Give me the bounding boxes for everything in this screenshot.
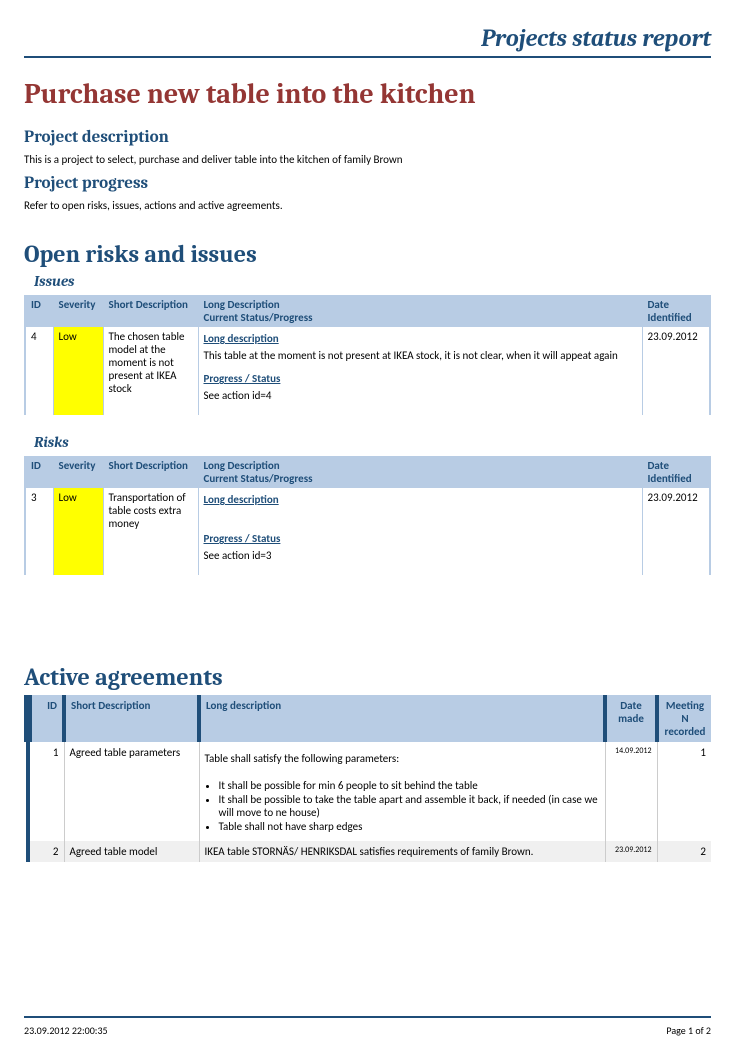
risk-severity: Low bbox=[53, 488, 103, 575]
col-id: ID bbox=[25, 295, 53, 327]
col-long: Long Description Current Status/Progress bbox=[198, 295, 642, 327]
project-description-heading: Project description bbox=[24, 128, 711, 147]
risks-subheading: Risks bbox=[34, 433, 711, 451]
document-header-title: Projects status report bbox=[24, 24, 711, 58]
project-progress-text: Refer to open risks, issues, actions and… bbox=[24, 199, 711, 212]
col-id: ID bbox=[25, 456, 53, 488]
col-date: Date made bbox=[605, 695, 657, 742]
risks-table: ID Severity Short Description Long Descr… bbox=[24, 456, 711, 575]
col-short: Short Description bbox=[103, 456, 198, 488]
agreement-meeting: 1 bbox=[657, 742, 711, 841]
agreement-id: 1 bbox=[28, 742, 64, 841]
table-row: 1 Agreed table parameters Table shall sa… bbox=[28, 742, 711, 841]
footer-page: Page 1 of 2 bbox=[666, 1024, 711, 1037]
issues-subheading: Issues bbox=[34, 272, 711, 290]
col-severity: Severity bbox=[53, 295, 103, 327]
col-id: ID bbox=[28, 695, 64, 742]
col-date: Date Identified bbox=[642, 295, 710, 327]
table-row: 2 Agreed table model IKEA table STORNÄS/… bbox=[28, 841, 711, 862]
agreement-date: 14.09.2012 bbox=[605, 742, 657, 841]
page-footer: 23.09.2012 22:00:35 Page 1 of 2 bbox=[24, 1016, 711, 1037]
col-short: Short Description bbox=[64, 695, 199, 742]
risk-date: 23.09.2012 bbox=[642, 488, 710, 575]
project-progress-heading: Project progress bbox=[24, 174, 711, 193]
col-long: Long Description Current Status/Progress bbox=[198, 456, 642, 488]
agreement-long: IKEA table STORNÄS/ HENRIKSDAL satisfies… bbox=[199, 841, 605, 862]
footer-timestamp: 23.09.2012 22:00:35 bbox=[24, 1024, 108, 1037]
risk-short: Transportation of table costs extra mone… bbox=[103, 488, 198, 575]
agreements-heading: Active agreements bbox=[24, 663, 711, 691]
agreement-id: 2 bbox=[28, 841, 64, 862]
col-short: Short Description bbox=[103, 295, 198, 327]
col-long: Long description bbox=[199, 695, 605, 742]
agreement-meeting: 2 bbox=[657, 841, 711, 862]
table-row: 3 Low Transportation of table costs extr… bbox=[25, 488, 710, 575]
col-date: Date Identified bbox=[642, 456, 710, 488]
project-description-text: This is a project to select, purchase an… bbox=[24, 153, 711, 166]
project-title: Purchase new table into the kitchen bbox=[24, 78, 711, 110]
issue-id: 4 bbox=[25, 327, 53, 415]
risks-issues-heading: Open risks and issues bbox=[24, 240, 711, 268]
issue-long: Long description This table at the momen… bbox=[198, 327, 642, 415]
risk-long: Long description Progress / Status See a… bbox=[198, 488, 642, 575]
table-row: 4 Low The chosen table model at the mome… bbox=[25, 327, 710, 415]
issue-severity: Low bbox=[53, 327, 103, 415]
agreements-table: ID Short Description Long description Da… bbox=[24, 695, 711, 862]
issue-date: 23.09.2012 bbox=[642, 327, 710, 415]
issues-table: ID Severity Short Description Long Descr… bbox=[24, 295, 711, 415]
col-severity: Severity bbox=[53, 456, 103, 488]
risk-id: 3 bbox=[25, 488, 53, 575]
agreement-long: Table shall satisfy the following parame… bbox=[199, 742, 605, 841]
agreement-short: Agreed table parameters bbox=[64, 742, 199, 841]
agreement-short: Agreed table model bbox=[64, 841, 199, 862]
col-meeting: Meeting N recorded bbox=[657, 695, 711, 742]
issue-short: The chosen table model at the moment is … bbox=[103, 327, 198, 415]
agreement-date: 23.09.2012 bbox=[605, 841, 657, 862]
